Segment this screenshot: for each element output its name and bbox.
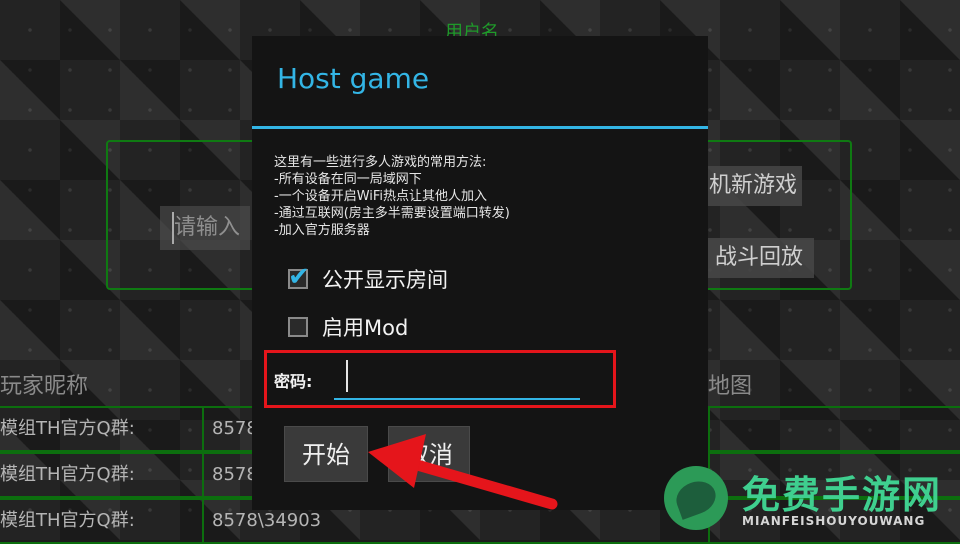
dialog-description: 这里有一些进行多人游戏的常用方法: -所有设备在同一局域网下 -一个设备开启Wi… bbox=[274, 154, 510, 239]
enable-mod-label: 启用Mod bbox=[322, 316, 409, 340]
description-line: -所有设备在同一局域网下 bbox=[274, 172, 422, 187]
text-caret bbox=[172, 212, 174, 244]
table-cell-player: 模组TH官方Q群: bbox=[0, 454, 204, 496]
start-button[interactable]: 开始 bbox=[284, 426, 368, 482]
column-header-nickname: 玩家昵称 bbox=[0, 374, 89, 399]
player-name-placeholder: 请输入 bbox=[174, 215, 241, 240]
player-name-input[interactable]: 请输入 bbox=[160, 206, 250, 250]
column-header-map: 地图 bbox=[708, 374, 753, 399]
watermark-subtitle: MIANFEISHOUYOUWANG bbox=[742, 514, 926, 528]
red-arrow-icon bbox=[368, 434, 558, 510]
description-line: -一个设备开启WiFi热点让其他人加入 bbox=[274, 189, 488, 204]
checkbox-unchecked-icon bbox=[288, 317, 308, 337]
watermark-logo-icon bbox=[664, 466, 728, 530]
table-cell-value: 8578 bbox=[212, 464, 258, 485]
dialog-title: Host game bbox=[277, 62, 430, 95]
new-game-button[interactable]: 机新游戏 bbox=[704, 166, 802, 206]
table-cell-player: 模组TH官方Q群: bbox=[0, 408, 204, 450]
public-room-checkbox[interactable]: ✔ 公开显示房间 bbox=[288, 262, 448, 294]
replay-button[interactable]: 战斗回放 bbox=[704, 238, 814, 278]
table-cell-player: 模组TH官方Q群: bbox=[0, 500, 204, 542]
table-cell-value: 8578 bbox=[212, 418, 258, 439]
watermark-title: 免费手游网 bbox=[742, 473, 943, 517]
description-line: 这里有一些进行多人游戏的常用方法: bbox=[274, 155, 487, 170]
description-line: -通过互联网(房主多半需要设置端口转发) bbox=[274, 206, 510, 221]
watermark: 免费手游网 MIANFEISHOUYOUWANG bbox=[664, 462, 954, 536]
dialog-title-divider bbox=[252, 126, 708, 129]
checkbox-checked-icon: ✔ bbox=[288, 262, 310, 292]
public-room-label: 公开显示房间 bbox=[322, 268, 448, 292]
description-line: -加入官方服务器 bbox=[274, 223, 370, 238]
table-divider bbox=[708, 408, 710, 450]
enable-mod-checkbox[interactable]: 启用Mod bbox=[288, 312, 408, 342]
highlight-box bbox=[264, 350, 616, 408]
